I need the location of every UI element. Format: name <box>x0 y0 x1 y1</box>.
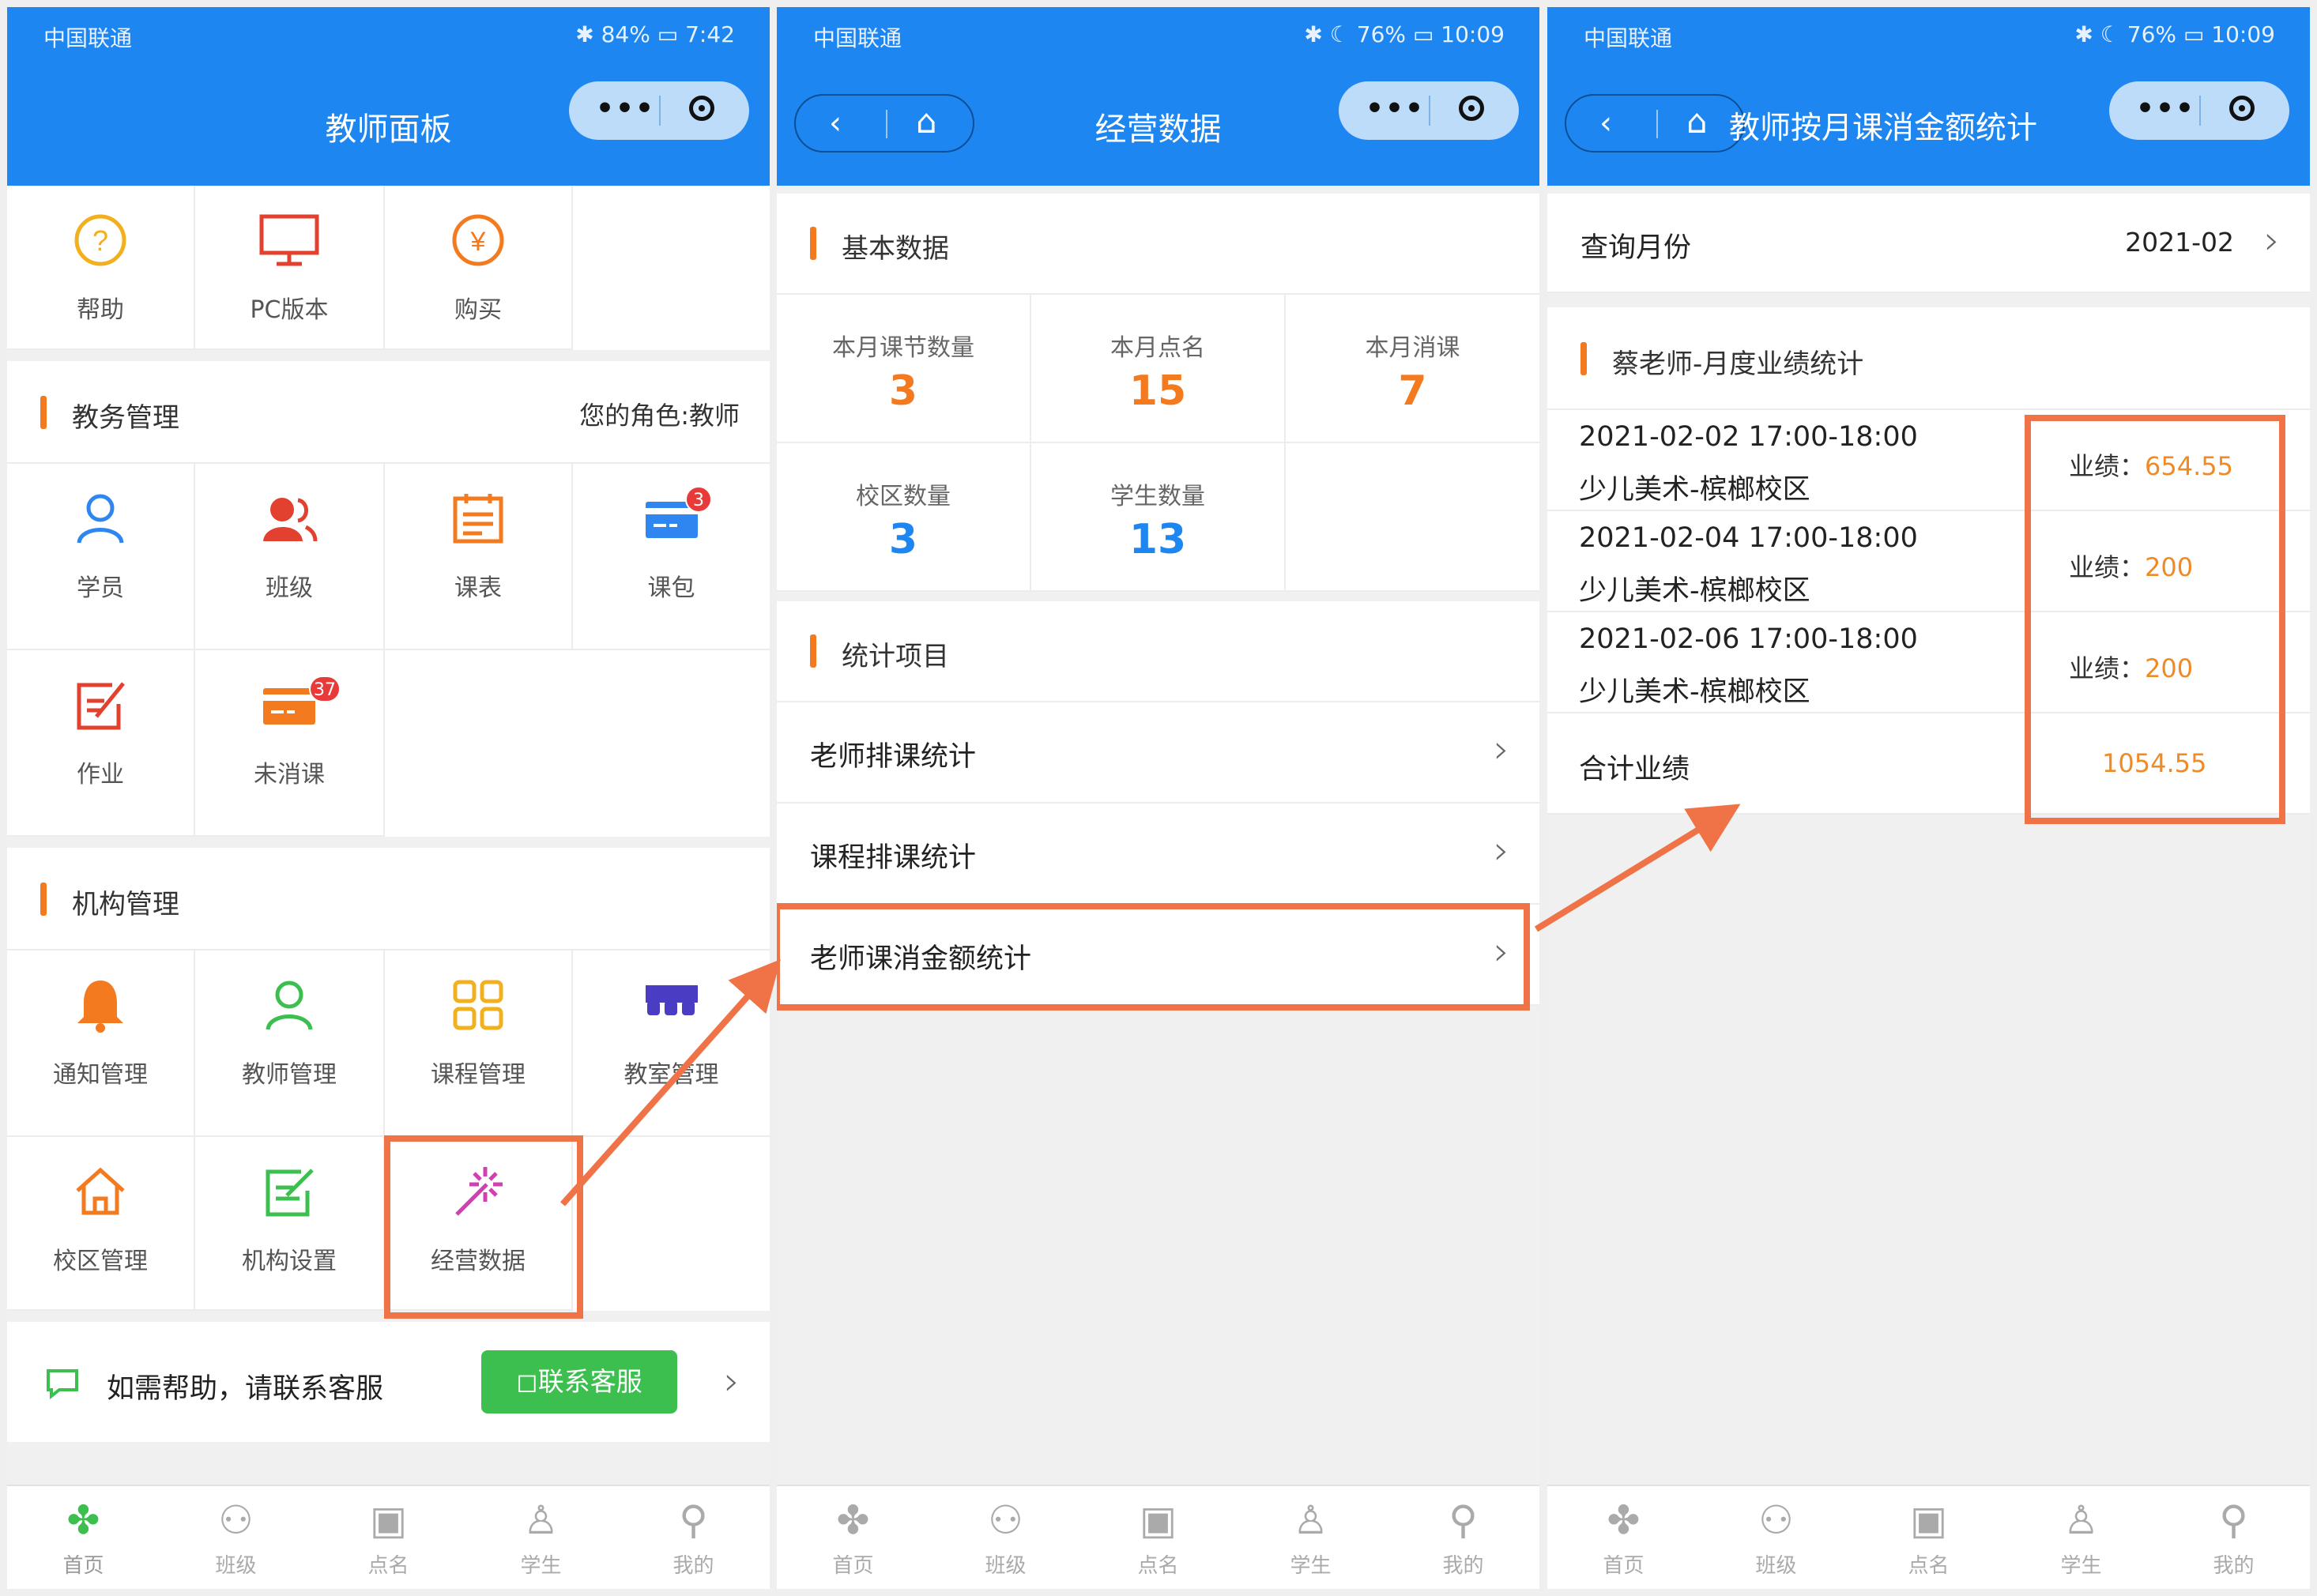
arrow-to-business-data <box>560 959 781 1206</box>
flow-arrows <box>560 804 1741 1206</box>
arrow-to-monthly-stats <box>1534 804 1741 932</box>
